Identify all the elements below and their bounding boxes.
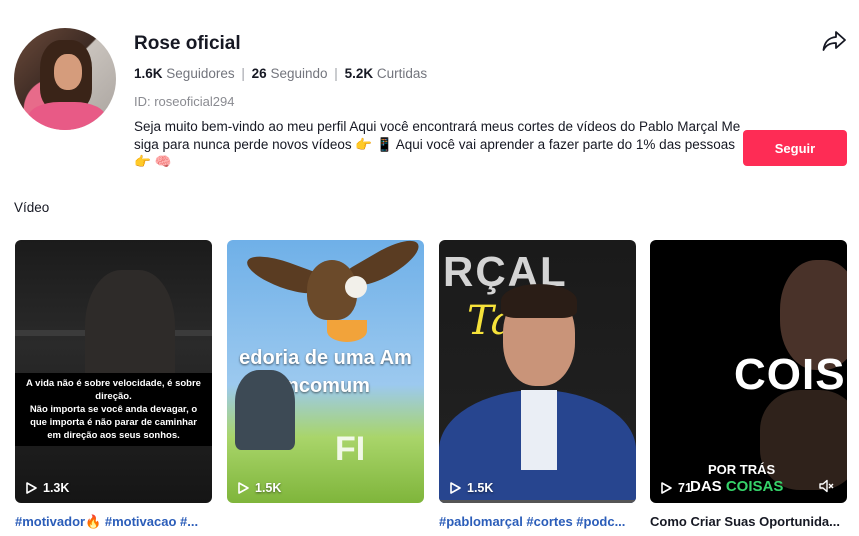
followers-label[interactable]: Seguidores (166, 66, 234, 81)
video-thumbnail-eagle (345, 276, 367, 298)
video-overlay-text: COIS (734, 350, 846, 399)
video-thumbnail-eagle (327, 320, 367, 342)
video-card[interactable]: RÇAL Tal 1.5K (439, 240, 636, 503)
view-count: 71 (660, 481, 692, 495)
follow-button[interactable]: Seguir (743, 130, 847, 166)
video-card[interactable]: COIS POR TRÁS DAS COISAS 71 (650, 240, 847, 503)
video-overlay-text-part: DAS (690, 478, 722, 495)
video-caption[interactable]: Como Criar Suas Oportunida... (650, 514, 847, 529)
video-thumbnail-person (235, 370, 295, 450)
view-count-value: 1.5K (255, 481, 282, 495)
followers-count[interactable]: 1.6K (134, 66, 163, 81)
profile-id: ID: roseoficial294 (134, 94, 235, 109)
view-count: 1.5K (237, 481, 281, 495)
avatar[interactable] (14, 28, 116, 130)
video-overlay-text: A vida não é sobre velocidade, é sobre d… (15, 373, 212, 446)
video-overlay-text: DAS COISAS (690, 478, 783, 495)
video-overlay-text: POR TRÁS (708, 462, 776, 477)
video-caption[interactable]: #motivador🔥 #motivacao #... (15, 514, 212, 530)
profile-name: Rose oficial (134, 33, 241, 54)
mute-icon[interactable] (818, 478, 834, 494)
view-count-value: 71 (678, 481, 692, 495)
video-thumbnail-person (501, 284, 577, 318)
video-progress-bar (439, 500, 636, 503)
section-title-video[interactable]: Vídeo (14, 200, 49, 215)
stats-separator: | (241, 66, 245, 81)
play-icon (450, 482, 461, 494)
play-icon (26, 482, 37, 494)
video-card[interactable]: edoria de uma Am Incomum FI 1.5K (227, 240, 424, 503)
view-count-value: 1.5K (467, 481, 494, 495)
view-count: 1.3K (25, 481, 69, 495)
profile-stats: 1.6K Seguidores | 26 Seguindo | 5.2K Cur… (134, 66, 427, 81)
avatar-shirt (28, 102, 106, 130)
view-count: 1.5K (449, 481, 493, 495)
video-overlay-text-highlight: COISAS (725, 478, 784, 495)
view-count-value: 1.3K (43, 481, 70, 495)
likes-count: 5.2K (344, 66, 374, 81)
video-card[interactable]: A vida não é sobre velocidade, é sobre d… (15, 240, 212, 503)
video-caption[interactable]: #pablomarçal #cortes #podc... (439, 514, 636, 529)
likes-label: Curtidas (376, 66, 428, 81)
profile-bio: Seja muito bem-vindo ao meu perfil Aqui … (134, 119, 741, 169)
video-overlay-logo: FI (335, 430, 366, 468)
video-thumbnail-person (521, 390, 557, 470)
share-icon[interactable] (822, 30, 846, 52)
avatar-face (54, 54, 82, 90)
play-icon (238, 482, 249, 494)
following-label[interactable]: Seguindo (270, 66, 327, 81)
stats-separator: | (334, 66, 338, 81)
play-icon (661, 482, 672, 494)
following-count[interactable]: 26 (252, 66, 267, 81)
